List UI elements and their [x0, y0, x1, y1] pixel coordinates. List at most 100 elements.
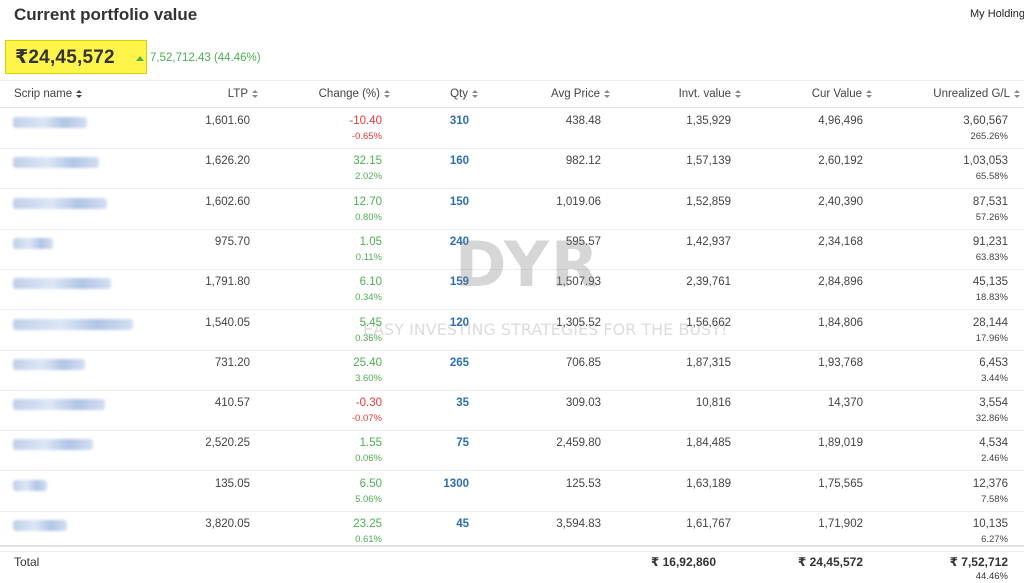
table-row[interactable]: 135.05 6.50 5.06% 1300 125.53 1,63,189 1,75,56…: [0, 472, 1024, 512]
cur-value-cell: 2,34,168: [818, 235, 863, 248]
table-row[interactable]: 1,602.60 12.70 0.80% 150 1,019.06 1,52,859 2,4…: [0, 190, 1024, 230]
invt-value-cell: 1,61,767: [686, 518, 731, 530]
qty-cell: 45: [456, 518, 469, 530]
change-percent-cell: 0.34%: [355, 292, 382, 304]
table-header: Scrip name LTP Change (%) Qty Avg Price …: [0, 80, 1024, 108]
sort-icon: [252, 90, 258, 98]
column-label: Scrip name: [14, 88, 73, 100]
column-header-unrealized-gl[interactable]: Unrealized G/L: [933, 88, 1020, 100]
scrip-name-redacted[interactable]: [13, 237, 53, 249]
table-row[interactable]: 1,791.80 6.10 0.34% 159 1,507.93 2,39,761 2,84…: [0, 270, 1024, 311]
cur-value-cell: 4,96,496: [818, 115, 863, 127]
scrip-name-redacted[interactable]: [13, 318, 133, 330]
column-label: Change (%): [318, 88, 380, 100]
scrip-name-redacted[interactable]: [13, 278, 111, 290]
avg-price-cell: 982.12: [565, 155, 601, 168]
ltp-cell: 1,602.60: [205, 195, 250, 208]
change-percent-cell: -0.65%: [351, 131, 382, 142]
avg-price-cell: 1,019.06: [556, 195, 601, 208]
column-label: Cur Value: [811, 88, 862, 100]
unrealized-gl-percent-cell: 65.58%: [975, 171, 1008, 183]
table-row[interactable]: 1,626.20 32.15 2.02% 160 982.12 1,57,139 2,60,…: [0, 149, 1024, 190]
qty-cell: 75: [456, 437, 469, 450]
change-cell: -10.40: [349, 115, 382, 127]
table-row[interactable]: 731.20 25.40 3.60% 265 706.85 1,87,315 1,93,76…: [0, 351, 1024, 391]
column-label: Avg Price: [550, 88, 600, 100]
avg-price-cell: 309.03: [565, 397, 601, 410]
avg-price-cell: 3,594.83: [556, 518, 601, 530]
unrealized-gl-cell: 3,60,567: [963, 115, 1008, 127]
scrip-name-redacted[interactable]: [13, 117, 87, 128]
change-cell: 12.70: [353, 195, 382, 208]
ltp-cell: 1,791.80: [205, 276, 250, 289]
column-header-ltp[interactable]: LTP: [228, 88, 258, 100]
scrip-name-redacted[interactable]: [13, 399, 105, 411]
table-row[interactable]: 975.70 1.05 0.11% 240 595.57 1,42,937 2,34,168…: [0, 230, 1024, 270]
change-percent-cell: 0.61%: [355, 534, 382, 545]
change-cell: -0.30: [355, 397, 382, 410]
column-label: Qty: [450, 88, 468, 100]
change-percent-cell: 0.11%: [355, 251, 382, 263]
cur-value-cell: 1,93,768: [818, 356, 863, 369]
cur-value-cell: 2,60,192: [818, 155, 863, 168]
total-unrealized-gl-percent: 44.46%: [975, 571, 1008, 582]
scrip-name-redacted[interactable]: [13, 358, 85, 370]
table-row[interactable]: 1,601.60 -10.40 -0.65% 310 438.48 1,35,929 4,9…: [0, 109, 1024, 149]
column-header-qty[interactable]: Qty: [450, 88, 478, 100]
scrip-name-redacted[interactable]: [13, 197, 107, 209]
column-label: Unrealized G/L: [933, 88, 1010, 100]
unrealized-gl-percent-cell: 2.46%: [981, 453, 1008, 465]
portfolio-value-box: ₹24,45,572: [5, 40, 147, 74]
portfolio-value: ₹24,45,572: [15, 46, 115, 68]
column-header-cur-value[interactable]: Cur Value: [812, 88, 872, 100]
table-row[interactable]: 2,520.25 1.55 0.06% 75 2,459.80 1,84,485 1,89,…: [0, 431, 1024, 472]
change-cell: 6.10: [359, 276, 382, 289]
scrip-name-redacted[interactable]: [13, 479, 47, 491]
avg-price-cell: 1,305.52: [556, 316, 601, 329]
cur-value-cell: 1,89,019: [818, 437, 863, 450]
ltp-cell: 410.57: [214, 397, 250, 410]
unrealized-gl-percent-cell: 57.26%: [975, 211, 1008, 223]
ltp-cell: 975.70: [214, 235, 250, 248]
ltp-cell: 731.20: [214, 356, 250, 369]
change-cell: 5.45: [359, 316, 382, 329]
cur-value-cell: 1,75,565: [818, 477, 863, 490]
column-header-change[interactable]: Change (%): [319, 88, 390, 100]
column-label: LTP: [227, 88, 248, 100]
scrip-name-redacted[interactable]: [13, 520, 67, 531]
table-row[interactable]: 1,540.05 5.45 0.36% 120 1,305.52 1,56,662 1,84…: [0, 311, 1024, 351]
table-footer: Total ₹ 16,92,860 ₹ 24,45,572 ₹ 7,52,712…: [0, 545, 1024, 583]
scrip-name-redacted[interactable]: [13, 439, 93, 451]
change-cell: 6.50: [359, 477, 382, 490]
avg-price-cell: 595.57: [565, 235, 601, 248]
unrealized-gl-cell: 4,534: [979, 437, 1008, 450]
change-cell: 23.25: [353, 518, 382, 530]
sort-icon: [735, 90, 741, 98]
scrip-name-redacted[interactable]: [13, 157, 99, 169]
invt-value-cell: 1,52,859: [686, 195, 731, 208]
cur-value-cell: 2,84,896: [818, 276, 863, 289]
column-header-avg-price[interactable]: Avg Price: [551, 88, 610, 100]
unrealized-gl-cell: 87,531: [972, 195, 1008, 208]
column-header-scrip[interactable]: Scrip name: [14, 88, 83, 100]
change-percent-cell: 0.06%: [355, 453, 382, 465]
column-header-invt-value[interactable]: Invt. value: [679, 88, 741, 100]
change-percent-cell: -0.07%: [351, 413, 382, 425]
unrealized-gl-percent-cell: 32.86%: [975, 413, 1008, 425]
unrealized-gl-percent-cell: 18.83%: [975, 292, 1008, 304]
sort-icon: [472, 90, 478, 98]
ltp-cell: 135.05: [214, 477, 250, 490]
invt-value-cell: 1,56,662: [686, 316, 731, 329]
unrealized-gl-percent-cell: 265.26%: [970, 131, 1008, 142]
change-cell: 25.40: [353, 356, 382, 369]
avg-price-cell: 1,507.93: [556, 276, 601, 289]
my-holdings-link[interactable]: My Holdings: [970, 8, 1024, 20]
change-percent-cell: 5.06%: [355, 493, 382, 505]
total-unrealized-gl: ₹ 7,52,712: [949, 555, 1008, 569]
unrealized-gl-cell: 45,135: [972, 276, 1008, 289]
unrealized-gl-cell: 28,144: [972, 316, 1008, 329]
avg-price-cell: 438.48: [565, 115, 601, 127]
invt-value-cell: 1,42,937: [686, 235, 731, 248]
table-row[interactable]: 410.57 -0.30 -0.07% 35 309.03 10,816 14,370 3,5…: [0, 391, 1024, 432]
unrealized-gl-percent-cell: 7.58%: [981, 493, 1008, 505]
